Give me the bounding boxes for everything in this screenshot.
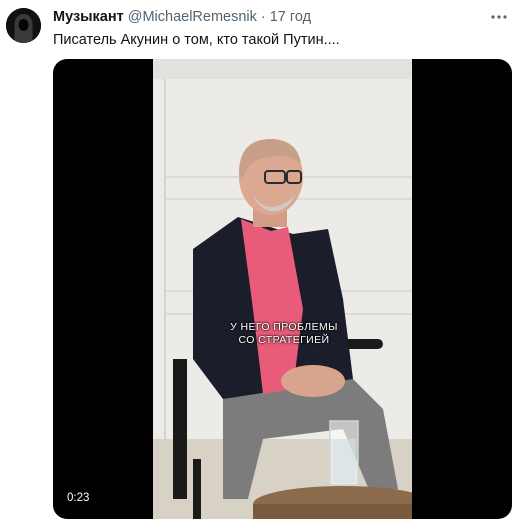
author-handle[interactable]: @MichaelRemesnik	[128, 9, 257, 25]
author-name[interactable]: Музыкант	[53, 9, 124, 25]
more-dots-icon[interactable]	[487, 6, 511, 28]
timestamp[interactable]: 17 год	[270, 9, 311, 25]
hooded-figure-icon	[6, 8, 41, 43]
video-player[interactable]: У НЕГО ПРОБЛЕМЫ СО СТРАТЕГИЕЙ 0:23	[53, 59, 512, 519]
video-caption: У НЕГО ПРОБЛЕМЫ СО СТРАТЕГИЕЙ	[229, 321, 339, 347]
tweet[interactable]: Музыкант @MichaelRemesnik · 17 год Писат…	[0, 0, 517, 520]
caption-line-1: У НЕГО ПРОБЛЕМЫ	[230, 321, 338, 333]
tweet-text: Писатель Акунин о том, кто такой Путин..…	[53, 32, 340, 48]
separator: ·	[260, 9, 266, 25]
tweet-header: Музыкант @MichaelRemesnik · 17 год	[53, 9, 311, 29]
avatar[interactable]	[6, 8, 41, 43]
video-timecode: 0:23	[63, 491, 94, 505]
caption-line-2: СО СТРАТЕГИЕЙ	[238, 334, 330, 346]
video-frame	[153, 59, 412, 519]
